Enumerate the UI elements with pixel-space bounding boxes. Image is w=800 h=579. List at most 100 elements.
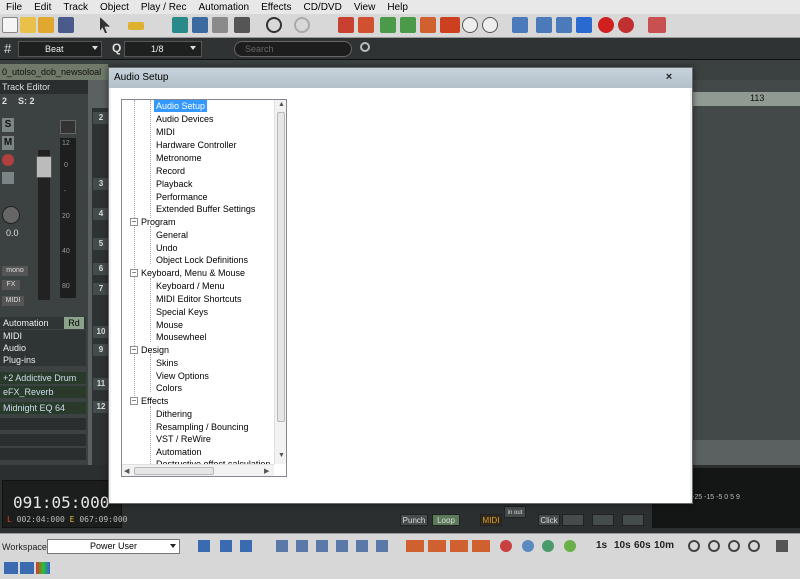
fast-forward-icon[interactable] (622, 514, 644, 526)
color-bars-icon[interactable] (36, 562, 50, 574)
menu-file[interactable]: File (0, 2, 28, 13)
tree-item-keyboard-menu[interactable]: Keyboard / Menu (156, 280, 225, 292)
tree-item-mouse[interactable]: Mouse (156, 319, 183, 331)
marker-m-icon[interactable] (338, 17, 354, 33)
close-button[interactable]: × (649, 70, 689, 84)
range-loop-icon[interactable] (472, 540, 490, 552)
workspace-select[interactable]: Power User (47, 539, 180, 554)
tree-item-audio-devices[interactable]: Audio Devices (156, 113, 214, 125)
zoom-out-icon[interactable] (522, 540, 534, 552)
route-icon[interactable] (536, 17, 552, 33)
marker-green-2-icon[interactable] (400, 17, 416, 33)
tree-item-vst-rewire[interactable]: VST / ReWire (156, 433, 211, 445)
zoom-in-icon[interactable] (500, 540, 512, 552)
plugin-slot-empty[interactable] (0, 448, 86, 460)
dvd-icon[interactable] (482, 17, 498, 33)
record-arm-icon[interactable] (2, 154, 14, 166)
marker-green-icon[interactable] (380, 17, 396, 33)
marker-row-icon[interactable] (440, 17, 460, 33)
timeline-area[interactable]: 113 (690, 80, 800, 440)
fx-button[interactable]: FX (2, 280, 20, 290)
settings-gear-icon[interactable] (618, 17, 634, 33)
new-file-icon[interactable] (2, 17, 18, 33)
snap-select[interactable]: Beat (18, 41, 102, 57)
search-input[interactable]: Search (234, 41, 352, 57)
view-track-icon[interactable] (198, 540, 210, 552)
tree-horizontal-scrollbar[interactable]: ◀ ▶ (122, 464, 274, 476)
grid-view-icon[interactable] (20, 562, 34, 574)
tree-item-general[interactable]: General (156, 229, 188, 241)
tree-item-hardware-controller[interactable]: Hardware Controller (156, 139, 237, 151)
click-button[interactable]: Click (538, 514, 560, 526)
track-number[interactable]: 10 (93, 326, 109, 338)
menu-view[interactable]: View (348, 2, 382, 13)
time-button-1s[interactable]: 1s (596, 540, 607, 551)
tree-group-program[interactable]: Program (141, 216, 176, 228)
tree-vertical-scrollbar[interactable]: ▲ ▼ (274, 100, 286, 464)
plugin-slot-empty[interactable] (0, 418, 86, 430)
zoom-fit-icon[interactable] (542, 540, 554, 552)
menu-cd-dvd[interactable]: CD/DVD (297, 2, 347, 13)
track-number[interactable]: 3 (93, 178, 109, 190)
plugin-slot-empty[interactable] (0, 434, 86, 446)
plugins-section[interactable]: Plug-ins (0, 354, 86, 366)
timeline-ruler[interactable]: 113 (690, 92, 800, 106)
track-number[interactable]: 2 (93, 112, 109, 124)
track-number[interactable]: 7 (93, 283, 109, 295)
menu-edit[interactable]: Edit (28, 2, 57, 13)
track-number[interactable]: 6 (93, 263, 109, 275)
tree-item-midi[interactable]: MIDI (156, 126, 175, 138)
punch-button[interactable]: Punch (400, 514, 428, 526)
menu-effects[interactable]: Effects (255, 2, 297, 13)
align-icon[interactable] (234, 17, 250, 33)
track-number[interactable]: 12 (93, 401, 109, 413)
spectrum-icon[interactable] (4, 562, 18, 574)
step-forward-icon[interactable] (336, 540, 348, 552)
menu-track[interactable]: Track (57, 2, 94, 13)
collapse-icon[interactable]: − (130, 346, 138, 354)
volume-fader-handle[interactable] (36, 156, 52, 178)
track-number[interactable]: 4 (93, 208, 109, 220)
menu-help[interactable]: Help (381, 2, 414, 13)
automation-mode[interactable]: Rd (64, 317, 84, 329)
draw-tool-icon[interactable] (128, 22, 144, 30)
split-icon[interactable] (192, 17, 208, 33)
glue-icon[interactable] (212, 17, 228, 33)
settings-tree[interactable]: Audio Setup Audio Devices MIDI Hardware … (121, 99, 287, 477)
scroll-up-icon[interactable]: ▲ (278, 101, 285, 108)
solo-button[interactable]: S (2, 118, 14, 132)
history-3-icon[interactable] (728, 540, 740, 552)
track-number[interactable]: 5 (93, 238, 109, 250)
redo-icon[interactable] (294, 17, 310, 33)
plugin-slot-2[interactable]: eFX_Reverb (0, 386, 86, 398)
tree-item-special-keys[interactable]: Special Keys (156, 306, 208, 318)
project-tab[interactable]: 0_utolso_dob_newsoloal (0, 64, 108, 80)
time-button-10s[interactable]: 10s (614, 540, 631, 551)
pan-knob[interactable] (2, 206, 20, 224)
plugin-slot-3[interactable]: Midnight EQ 64 (0, 402, 86, 414)
midi-section[interactable]: MIDI (0, 330, 86, 342)
range-start-icon[interactable] (406, 540, 424, 552)
history-2-icon[interactable] (708, 540, 720, 552)
tree-group-keyboard[interactable]: Keyboard, Menu & Mouse (141, 267, 245, 279)
skip-end-icon[interactable] (376, 540, 388, 552)
loop-button[interactable]: Loop (432, 514, 460, 526)
tree-item-extended-buffer[interactable]: Extended Buffer Settings (156, 203, 255, 215)
marker-down-icon[interactable] (358, 17, 374, 33)
collapse-icon[interactable]: − (130, 269, 138, 277)
time-button-60s[interactable]: 60s (634, 540, 651, 551)
collapse-icon[interactable]: − (130, 397, 138, 405)
lock-icon[interactable] (2, 172, 14, 184)
search-icon[interactable] (360, 42, 370, 52)
track-number[interactable]: 9 (93, 344, 109, 356)
dialog-titlebar[interactable]: Audio Setup × (109, 68, 692, 88)
tree-item-dithering[interactable]: Dithering (156, 408, 192, 420)
timecode-display[interactable]: 091:05:000 L 002:04:000 E 067:09:000 (2, 480, 127, 528)
tree-item-resampling[interactable]: Resampling / Bouncing (156, 421, 249, 433)
connect-icon[interactable] (512, 17, 528, 33)
tree-item-midi-editor-shortcuts[interactable]: MIDI Editor Shortcuts (156, 293, 242, 305)
marker-e-icon[interactable] (420, 17, 436, 33)
scroll-thumb[interactable] (277, 112, 285, 422)
track-number[interactable]: 11 (93, 378, 109, 390)
time-button-10m[interactable]: 10m (654, 540, 674, 551)
